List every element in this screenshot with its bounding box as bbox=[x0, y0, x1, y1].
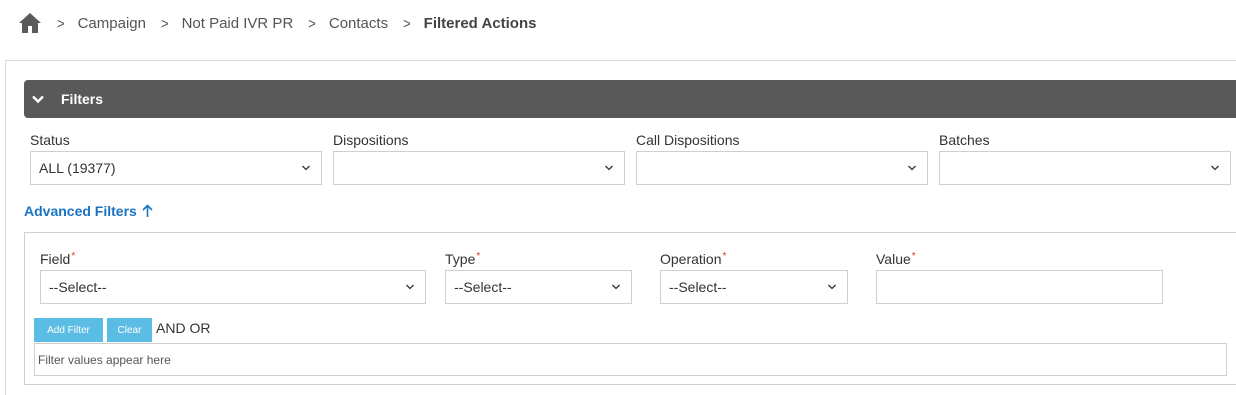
dispositions-filter: Dispositions bbox=[333, 131, 625, 185]
dispositions-label: Dispositions bbox=[333, 132, 409, 148]
filters-panel-header[interactable]: Filters bbox=[24, 80, 1236, 118]
operation-filter: Operation* --Select-- bbox=[660, 250, 848, 304]
breadcrumb-campaign-name[interactable]: Not Paid IVR PR bbox=[182, 15, 294, 32]
field-label-row: Field* bbox=[40, 250, 75, 268]
type-select-value: --Select-- bbox=[454, 279, 512, 295]
status-label: Status bbox=[30, 132, 70, 148]
batches-select[interactable] bbox=[939, 151, 1231, 185]
field-select-value: --Select-- bbox=[49, 279, 107, 295]
operation-select-value: --Select-- bbox=[669, 279, 727, 295]
filter-values-box: Filter values appear here bbox=[34, 343, 1227, 376]
chevron-down-icon bbox=[302, 165, 310, 171]
chevron-down-icon bbox=[612, 284, 620, 290]
call-dispositions-filter: Call Dispositions bbox=[636, 131, 928, 185]
chevron-right-icon: > bbox=[308, 14, 316, 32]
chevron-down-icon bbox=[908, 165, 916, 171]
home-icon[interactable] bbox=[18, 12, 42, 34]
breadcrumb: > Campaign > Not Paid IVR PR > Contacts … bbox=[18, 9, 536, 37]
operation-label: Operation bbox=[660, 251, 722, 267]
add-filter-button[interactable]: Add Filter bbox=[34, 318, 103, 342]
type-filter: Type* --Select-- bbox=[445, 250, 632, 304]
status-filter: Status ALL (19377) bbox=[30, 131, 322, 185]
value-label-row: Value* bbox=[876, 250, 916, 268]
batches-filter: Batches bbox=[939, 131, 1231, 185]
value-filter: Value* bbox=[876, 250, 1163, 304]
call-dispositions-select[interactable] bbox=[636, 151, 928, 185]
and-or-toggle: AND OR bbox=[156, 320, 210, 336]
advanced-filters-label: Advanced Filters bbox=[24, 203, 137, 219]
chevron-right-icon: > bbox=[160, 14, 169, 32]
batches-label: Batches bbox=[939, 132, 990, 148]
field-select[interactable]: --Select-- bbox=[40, 270, 426, 304]
chevron-right-icon: > bbox=[403, 14, 411, 32]
type-label-row: Type* bbox=[445, 250, 480, 268]
operation-select[interactable]: --Select-- bbox=[660, 270, 848, 304]
chevron-down-icon bbox=[828, 284, 836, 290]
status-select[interactable]: ALL (19377) bbox=[30, 151, 322, 185]
required-marker: * bbox=[476, 251, 481, 262]
chevron-down-icon[interactable] bbox=[31, 92, 45, 106]
status-select-value: ALL (19377) bbox=[39, 160, 116, 176]
chevron-down-icon bbox=[1211, 165, 1219, 171]
chevron-down-icon bbox=[406, 284, 414, 290]
dispositions-select[interactable] bbox=[333, 151, 625, 185]
required-marker: * bbox=[911, 251, 916, 262]
chevron-down-icon bbox=[605, 165, 613, 171]
required-marker: * bbox=[71, 251, 76, 262]
or-option[interactable]: OR bbox=[189, 320, 210, 336]
breadcrumb-campaign[interactable]: Campaign bbox=[78, 15, 146, 32]
breadcrumb-contacts[interactable]: Contacts bbox=[329, 15, 388, 32]
filters-title: Filters bbox=[61, 91, 104, 107]
breadcrumb-current: Filtered Actions bbox=[423, 14, 537, 32]
value-input[interactable] bbox=[876, 270, 1163, 304]
clear-button[interactable]: Clear bbox=[107, 318, 152, 342]
required-marker: * bbox=[722, 251, 727, 262]
value-label: Value bbox=[876, 251, 911, 267]
and-option[interactable]: AND bbox=[156, 320, 186, 336]
type-label: Type bbox=[445, 251, 476, 267]
call-dispositions-label: Call Dispositions bbox=[636, 132, 740, 148]
field-filter: Field* --Select-- bbox=[40, 250, 426, 304]
operation-label-row: Operation* bbox=[660, 250, 726, 268]
arrow-up-icon bbox=[142, 204, 153, 218]
advanced-filters-toggle[interactable]: Advanced Filters bbox=[24, 203, 153, 219]
filter-values-text: Filter values appear here bbox=[38, 352, 171, 367]
field-label: Field bbox=[40, 251, 71, 267]
chevron-right-icon: > bbox=[57, 14, 65, 32]
type-select[interactable]: --Select-- bbox=[445, 270, 632, 304]
